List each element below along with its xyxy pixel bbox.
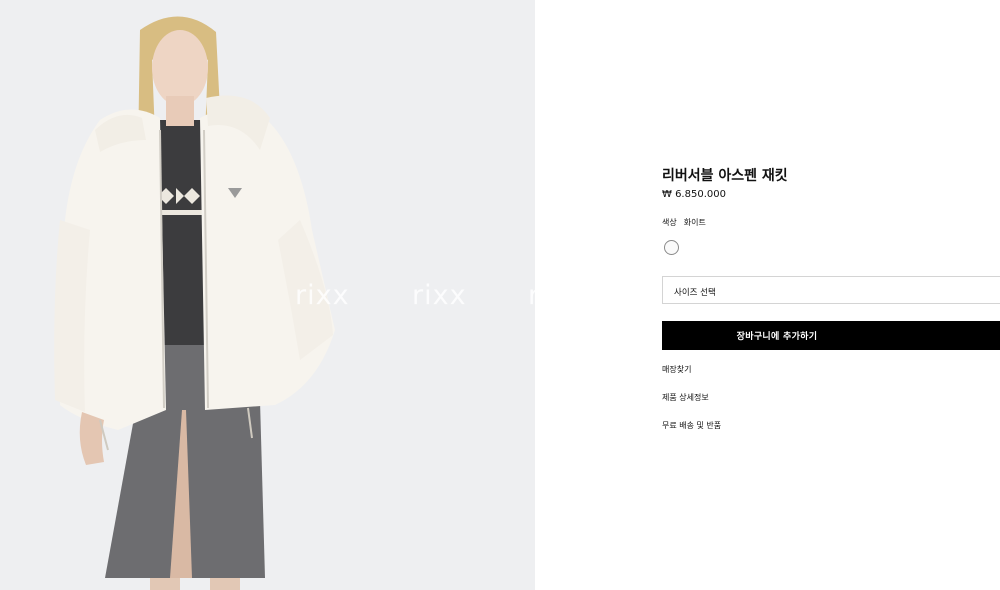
color-value: 화이트 <box>683 218 706 227</box>
product-info: 리버서블 아스펜 재킷 ₩ 6.850.000 색상 화이트 사이즈 선택 장바구… <box>662 0 1000 590</box>
product-page: rixx rixx rixx 리버서블 아스펜 재킷 ₩ 6.850.000 색… <box>0 0 1000 590</box>
watermark-text: rixx <box>528 280 535 311</box>
product-details-link[interactable]: 제품 상세정보 <box>662 392 709 403</box>
shipping-returns-link[interactable]: 무료 배송 및 반품 <box>662 420 721 431</box>
add-to-cart-button[interactable]: 장바구니에 추가하기 <box>662 321 1000 350</box>
color-row: 색상 화이트 <box>662 217 706 228</box>
store-locator-link[interactable]: 매장찾기 <box>662 364 691 375</box>
product-image: rixx rixx rixx <box>0 0 535 590</box>
watermark-text: rixx <box>295 280 350 311</box>
product-title: 리버서블 아스펜 재킷 <box>662 168 788 184</box>
size-select-label: 사이즈 선택 <box>674 288 716 298</box>
watermark-text: rixx <box>412 280 467 311</box>
product-price: ₩ 6.850.000 <box>662 189 726 200</box>
color-label: 색상 <box>662 218 677 227</box>
add-to-cart-label: 장바구니에 추가하기 <box>736 332 818 342</box>
size-select[interactable]: 사이즈 선택 <box>662 276 1000 304</box>
color-swatch-white[interactable] <box>664 240 679 255</box>
